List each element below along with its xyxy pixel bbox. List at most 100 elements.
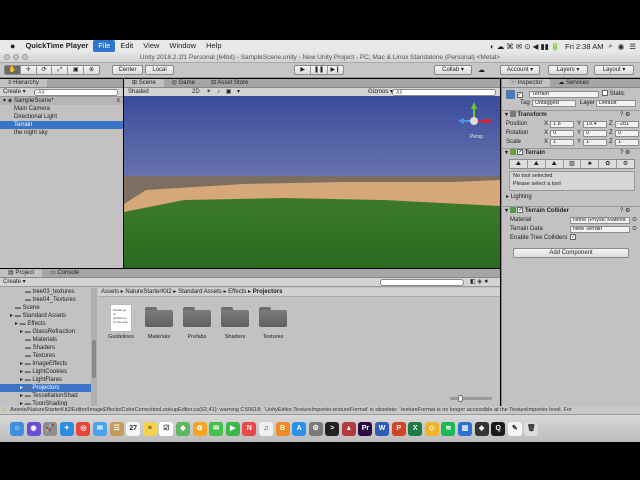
window-controls[interactable] (4, 54, 28, 60)
preferences-icon[interactable]: ⚙ (308, 421, 323, 436)
project-tree-item[interactable]: ▸ ▬ GlassRefraction (0, 328, 92, 336)
tab-project[interactable]: ▤ Project (0, 269, 43, 277)
tab-game[interactable]: ◎ Game (164, 79, 203, 87)
premiere-icon[interactable]: Pr (358, 421, 373, 436)
pause-button-icon[interactable]: ❚❚ (310, 66, 326, 74)
position-z-field[interactable]: -281 (615, 121, 639, 128)
add-component-button[interactable]: Add Component (513, 248, 629, 258)
tab-console[interactable]: ▭ Console (42, 269, 87, 277)
status-icons[interactable]: ◐ ☁ ⌘ ✉ ⊙ ◀ ▮▮ 🔋 (490, 42, 560, 51)
lighting-foldout[interactable]: ▸ Lighting (506, 193, 532, 201)
cloud-icon[interactable]: ☁ (478, 66, 485, 74)
paint-texture-tool-icon[interactable]: ▧ (564, 160, 582, 168)
photos-icon[interactable]: ✿ (192, 421, 207, 436)
unity-hub-icon[interactable]: ▲ (341, 421, 356, 436)
layer-dropdown[interactable]: Default (596, 100, 636, 107)
hand-tool-icon[interactable]: ✋ (5, 66, 20, 74)
minimize-button[interactable] (13, 54, 19, 60)
project-tree-item[interactable]: ▬ Shaders (0, 344, 92, 352)
menu-file[interactable]: File (93, 40, 116, 52)
project-search-input[interactable] (380, 279, 464, 286)
asset-guidelines[interactable]: Please go to guidelines on the web (110, 304, 132, 332)
vectorize-icon[interactable]: ◇ (424, 421, 439, 436)
project-tree-item[interactable]: ▬ Materials (0, 336, 92, 344)
textedit-icon[interactable]: ✎ (507, 421, 522, 436)
bars-icon[interactable]: ▥ (458, 421, 473, 436)
project-tree-item[interactable]: ▸ ▬ LightCookies (0, 368, 92, 376)
tab-hierarchy[interactable]: ≡ Hierarchy (0, 79, 47, 87)
space-toggle[interactable]: Local (145, 65, 174, 75)
static-checkbox[interactable] (602, 90, 608, 97)
rotate-tool-icon[interactable]: ⟳ (35, 66, 52, 74)
finder-icon[interactable]: ☺ (10, 421, 24, 436)
menu-help[interactable]: Help (201, 40, 226, 52)
tab-asset-store[interactable]: ⊟ Asset Store (203, 79, 256, 87)
tab-inspector[interactable]: ⓘ Inspector (502, 79, 551, 87)
static-toggle[interactable]: Static (602, 90, 625, 98)
folder-icon[interactable] (259, 307, 287, 327)
pivot-toggle[interactable]: Center (112, 65, 143, 75)
foldout-arrow-icon[interactable]: ▾ (505, 112, 510, 118)
rotation-z-field[interactable]: 0 (615, 130, 639, 137)
reminders-icon[interactable]: ☑ (159, 421, 174, 436)
raise-tool-icon[interactable]: ⛰ (510, 160, 528, 168)
messages-icon[interactable]: ✉ (209, 421, 224, 436)
object-picker-icon[interactable]: ⊙ (632, 216, 637, 224)
rotation-x-field[interactable]: 0 (550, 130, 574, 137)
powerpoint-icon[interactable]: P (391, 421, 406, 436)
move-tool-icon[interactable]: ✛ (19, 66, 36, 74)
tag-dropdown[interactable]: Untagged (532, 100, 576, 107)
launchpad-icon[interactable]: 🚀 (43, 421, 58, 436)
detail-tool-icon[interactable]: ✿ (599, 160, 618, 168)
scene-menu-icon[interactable]: ≡ (116, 97, 120, 105)
zoom-button[interactable] (22, 54, 28, 60)
tree-colliders-checkbox[interactable]: ✓ (570, 234, 576, 242)
folder-icon[interactable] (221, 307, 249, 327)
rect-tool-icon[interactable]: ▣ (67, 66, 83, 74)
news-icon[interactable]: N (242, 421, 257, 436)
filter-icons[interactable]: ◧ ◈ ★ (470, 278, 489, 287)
play-button-icon[interactable]: ▶ (295, 66, 310, 74)
terrain-collider-header[interactable]: ▾ ✓ Terrain Collider (505, 207, 569, 215)
breadcrumb-item[interactable]: Effects (228, 289, 246, 295)
position-x-field[interactable]: 1.8 (550, 121, 574, 128)
position-y-field[interactable]: 19.4 (583, 121, 607, 128)
breadcrumb-item[interactable]: Assets (101, 289, 119, 295)
collab-dropdown[interactable]: Collab ▾ (434, 65, 472, 75)
word-icon[interactable]: W (375, 421, 390, 436)
excel-icon[interactable]: X (408, 421, 423, 436)
layers-dropdown[interactable]: Layers ▾ (548, 65, 588, 75)
material-field[interactable]: None (Physic Materia (570, 217, 630, 224)
project-tree-item[interactable]: ▸ ▬ LightFlares (0, 376, 92, 384)
object-name-field[interactable]: Terrain (529, 91, 599, 98)
breadcrumb-item[interactable]: NatureStarterKit2 (125, 289, 171, 295)
component-menu-icon[interactable]: ? ⚙ (620, 207, 630, 215)
transform-header[interactable]: ▾ Transform (505, 111, 547, 119)
create-dropdown[interactable]: Create ▾ (3, 88, 26, 97)
scene-viewport[interactable]: Persp (124, 96, 500, 268)
search-icon[interactable]: ⌕ (609, 41, 613, 51)
paint-height-tool-icon[interactable]: ⛰ (528, 160, 546, 168)
step-button-icon[interactable]: ▶❙ (326, 66, 343, 74)
safari-icon[interactable]: ✦ (59, 421, 74, 436)
scale-x-field[interactable]: 1 (550, 139, 574, 146)
maps-icon[interactable]: ◆ (175, 421, 190, 436)
terminal-icon[interactable]: > (325, 421, 340, 436)
appstore-icon[interactable]: A (292, 421, 307, 436)
scene-root[interactable]: ▾ ◈ SampleScene* ≡ (0, 97, 123, 105)
slider-thumb[interactable] (458, 395, 463, 402)
trash-icon[interactable]: 🗑 (524, 421, 539, 436)
rotation-y-field[interactable]: 0 (583, 130, 607, 137)
scale-y-field[interactable]: 1 (583, 139, 607, 146)
collider-enabled-checkbox[interactable]: ✓ (517, 207, 524, 214)
project-tree-item[interactable]: ▸ ▬ Projectors (0, 384, 92, 392)
notification-icon[interactable]: ☰ (629, 42, 636, 51)
project-tree-item[interactable]: ▸ ▬ ImageEffects (0, 360, 92, 368)
project-tree-item[interactable]: ▬ Textures (0, 352, 92, 360)
create-dropdown[interactable]: Create ▾ (3, 278, 26, 287)
books-icon[interactable]: B (275, 421, 290, 436)
menu-window[interactable]: Window (164, 40, 201, 52)
facetime-icon[interactable]: ▶ (225, 421, 240, 436)
contacts-icon[interactable]: ☰ (109, 421, 124, 436)
foldout-arrow-icon[interactable]: ▾ (505, 150, 510, 156)
